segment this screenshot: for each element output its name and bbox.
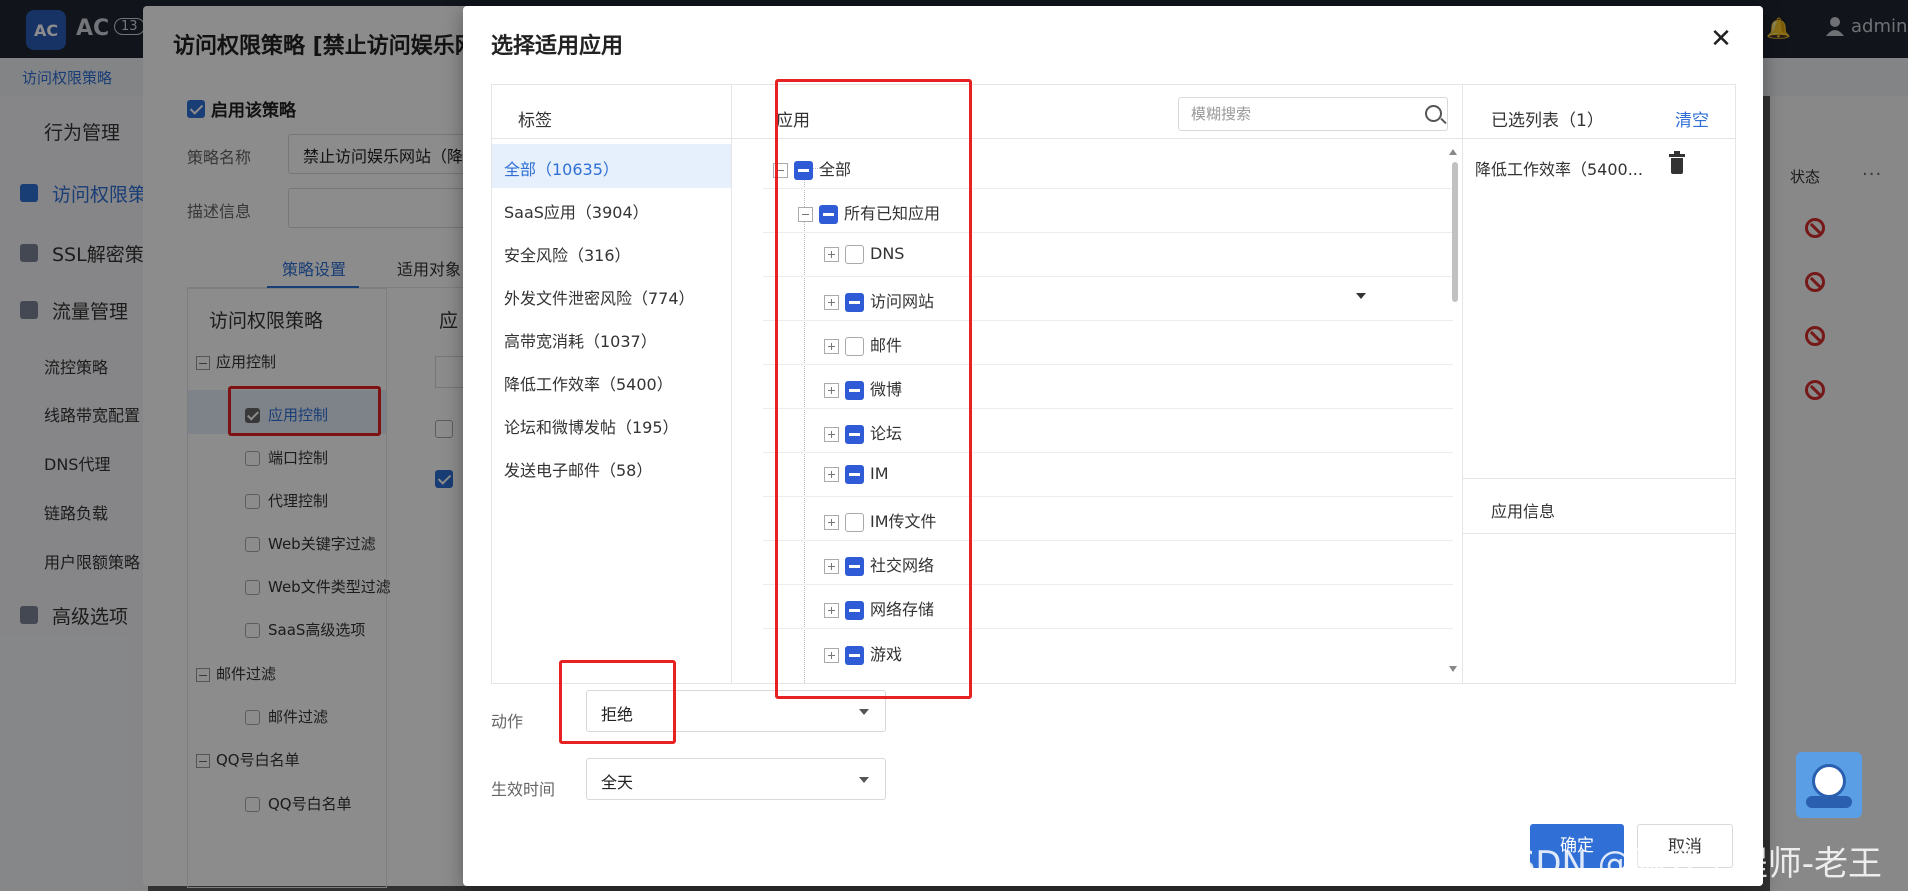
- divider: [1463, 478, 1736, 479]
- assistant-icon[interactable]: [1796, 752, 1862, 818]
- effective-time-label: 生效时间: [491, 780, 556, 799]
- chevron-down-icon: [859, 709, 869, 715]
- chevron-down-icon: [859, 777, 869, 783]
- tags-column-header: 标签: [518, 111, 552, 131]
- app-info-header: 应用信息: [1491, 502, 1556, 521]
- tag-item-saas[interactable]: SaaS应用（3904）: [504, 199, 649, 223]
- tag-item-forum-weibo[interactable]: 论坛和微博发帖（195）: [504, 414, 679, 438]
- search-icon[interactable]: [1425, 105, 1442, 122]
- annotation-box: [559, 660, 676, 744]
- divider: [1462, 84, 1463, 684]
- tag-item-low-productivity[interactable]: 降低工作效率（5400）: [504, 371, 673, 395]
- header-divider: [491, 138, 1736, 139]
- select-app-dialog-title: 选择适用应用: [491, 34, 624, 59]
- chevron-down-icon[interactable]: [1356, 293, 1366, 299]
- tag-item-high-bandwidth[interactable]: 高带宽消耗（1037）: [504, 328, 657, 352]
- action-label: 动作: [491, 712, 524, 731]
- scroll-down-icon[interactable]: [1449, 666, 1457, 672]
- effective-time-value: 全天: [601, 773, 634, 792]
- divider: [1463, 533, 1736, 534]
- search-box[interactable]: [1178, 97, 1448, 131]
- close-icon[interactable]: ✕: [1710, 26, 1732, 52]
- effective-time-select[interactable]: 全天: [586, 758, 886, 800]
- divider: [731, 84, 732, 684]
- selected-list-header: 已选列表（1）: [1491, 111, 1604, 131]
- annotation-box: [775, 79, 972, 699]
- scrollbar-thumb[interactable]: [1452, 162, 1458, 302]
- tag-item-file-leak[interactable]: 外发文件泄密风险（774）: [504, 285, 695, 309]
- tag-item-email[interactable]: 发送电子邮件（58）: [504, 457, 652, 481]
- clear-button[interactable]: 清空: [1675, 106, 1709, 131]
- tag-item-all[interactable]: 全部（10635）: [504, 156, 619, 180]
- scroll-up-icon[interactable]: [1449, 149, 1457, 155]
- selected-list-item: 降低工作效率（5400...: [1475, 160, 1643, 179]
- watermark: CSDN @网云工程师-老王: [1490, 844, 1883, 884]
- search-input[interactable]: [1191, 104, 1401, 124]
- trash-icon[interactable]: [1669, 151, 1685, 174]
- tag-item-security-risk[interactable]: 安全风险（316）: [504, 242, 631, 266]
- select-app-dialog: 选择适用应用 ✕ 标签 全部（10635） SaaS应用（3904） 安全风险（…: [463, 6, 1763, 886]
